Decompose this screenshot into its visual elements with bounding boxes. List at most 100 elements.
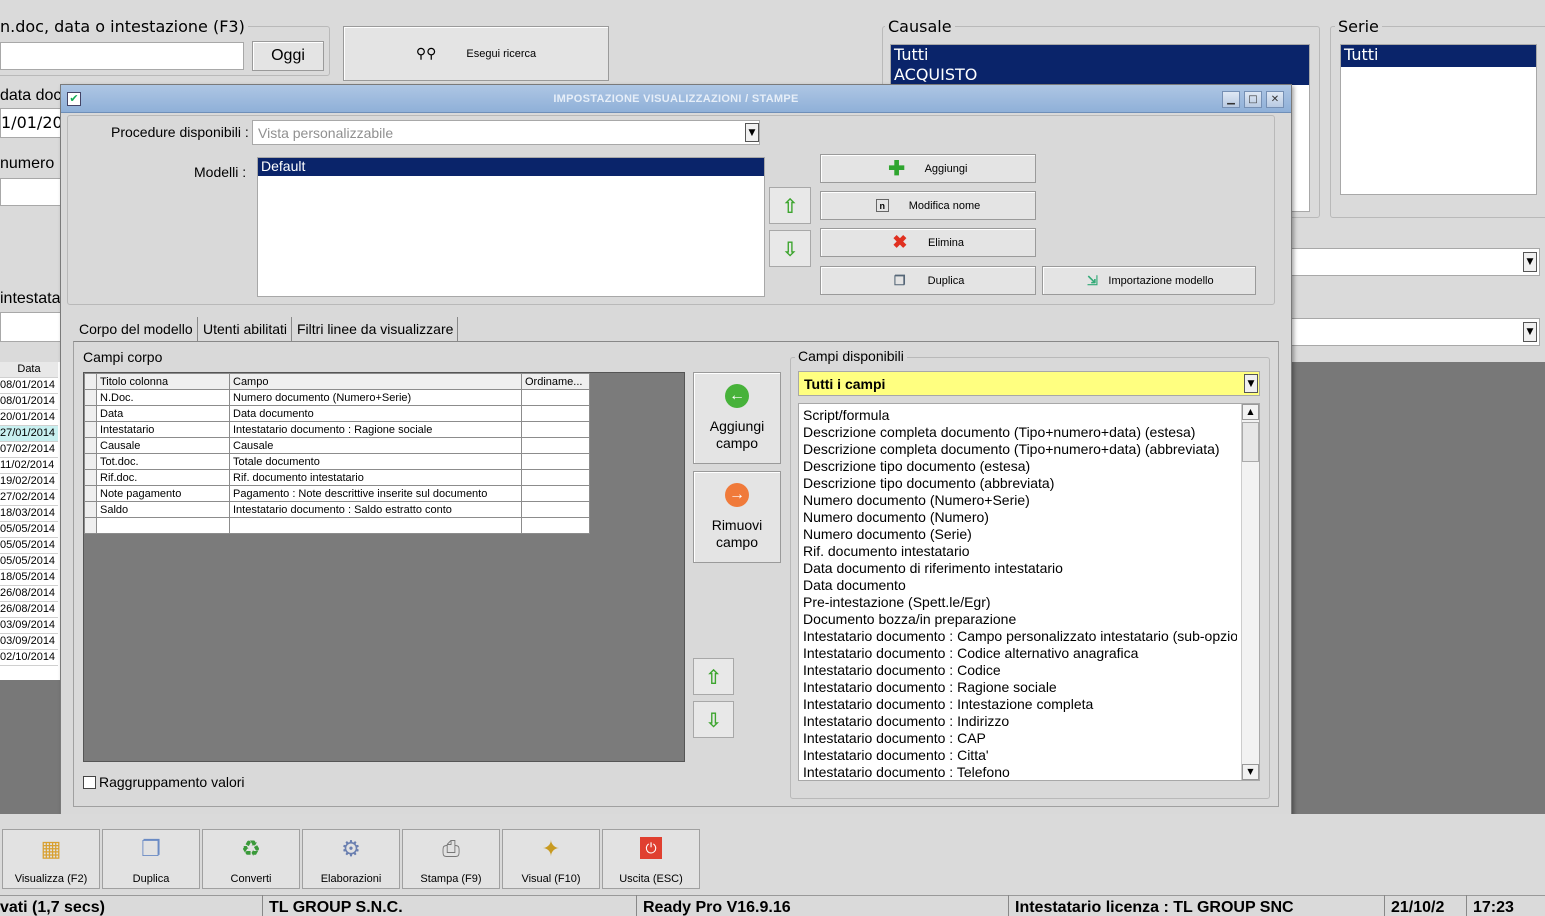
date-cell[interactable]: 20/01/2014: [0, 410, 58, 426]
aggiungi-button[interactable]: ✚ Aggiungi: [820, 154, 1036, 183]
list-item[interactable]: Descrizione completa documento (Tipo+num…: [803, 424, 1237, 441]
table-row[interactable]: Intestatario Intestatario documento : Rag…: [84, 421, 590, 438]
grid-cell-campo[interactable]: Numero documento (Numero+Serie): [229, 389, 522, 406]
grid-cell-ordinamento[interactable]: [521, 389, 590, 406]
grid-cell-titolo[interactable]: Tot.doc.: [96, 453, 230, 470]
grid-cell-titolo[interactable]: N.Doc.: [96, 389, 230, 406]
modelli-list[interactable]: Default: [257, 157, 765, 297]
causale-item[interactable]: ACQUISTO: [891, 65, 1309, 85]
date-cell[interactable]: 03/09/2014: [0, 634, 58, 650]
grid-cell-campo[interactable]: Intestatario documento : Ragione sociale: [229, 421, 522, 438]
grid-cell-empty[interactable]: [521, 517, 590, 534]
grid-cell-titolo[interactable]: Causale: [96, 437, 230, 454]
list-item[interactable]: Intestatario documento : Intestazione co…: [803, 696, 1237, 713]
toolbar-button[interactable]: ▦ Visualizza (F2): [2, 829, 100, 889]
toolbar-button[interactable]: ♻ Converti: [202, 829, 300, 889]
maximize-icon[interactable]: □: [1244, 91, 1262, 108]
list-item[interactable]: Data documento: [803, 577, 1237, 594]
list-item[interactable]: Numero documento (Numero+Serie): [803, 492, 1237, 509]
date-cell[interactable]: 19/02/2014: [0, 474, 58, 490]
toolbar-button[interactable]: ⚙ Elaborazioni: [302, 829, 400, 889]
campi-filter-select[interactable]: Tutti i campi: [798, 371, 1260, 396]
list-item[interactable]: Pre-intestazione (Spett.le/Egr): [803, 594, 1237, 611]
causale-item[interactable]: Tutti: [891, 45, 1309, 65]
list-item[interactable]: Intestatario documento : Indirizzo: [803, 713, 1237, 730]
date-cell[interactable]: 08/01/2014: [0, 394, 58, 410]
serie-list[interactable]: Tutti: [1340, 44, 1537, 195]
table-row[interactable]: Tot.doc. Totale documento: [84, 453, 590, 470]
aggiungi-campo-button[interactable]: ← Aggiungi campo: [693, 372, 781, 464]
date-cell[interactable]: 26/08/2014: [0, 586, 58, 602]
elimina-button[interactable]: ✖ Elimina: [820, 228, 1036, 257]
procedure-select[interactable]: Vista personalizzabile: [252, 120, 760, 145]
campi-corpo-grid[interactable]: Titolo colonna Campo Ordiname... N.Doc. N…: [84, 373, 590, 534]
grid-cell-ordinamento[interactable]: [521, 437, 590, 454]
results-table[interactable]: Data 08/01/2014 08/01/2014 20/01/2014 27/01…: [0, 362, 60, 680]
grid-cell-ordinamento[interactable]: [521, 485, 590, 502]
table-row[interactable]: Saldo Intestatario documento : Saldo estr…: [84, 501, 590, 518]
grid-row-selector[interactable]: [84, 405, 97, 422]
date-cell[interactable]: 05/05/2014: [0, 522, 58, 538]
grid-row-selector[interactable]: [84, 389, 97, 406]
grid-row-selector[interactable]: [84, 421, 97, 438]
move-field-down-button[interactable]: ⇩: [693, 701, 734, 738]
toolbar-button[interactable]: ✦ Visual (F10): [502, 829, 600, 889]
grid-cell-titolo[interactable]: Saldo: [96, 501, 230, 518]
list-item[interactable]: Intestatario documento : CAP: [803, 730, 1237, 747]
table-row[interactable]: N.Doc. Numero documento (Numero+Serie): [84, 389, 590, 406]
scroll-up-icon[interactable]: ▲: [1242, 404, 1259, 420]
tab-filtri-linee[interactable]: Filtri linee da visualizzare: [293, 317, 459, 342]
scroll-down-icon[interactable]: ▼: [1242, 764, 1259, 780]
grid-cell-titolo[interactable]: Rif.doc.: [96, 469, 230, 486]
grid-cell-campo[interactable]: Pagamento : Note descrittive inserite su…: [229, 485, 522, 502]
grid-cell-titolo[interactable]: Data: [96, 405, 230, 422]
date-cell[interactable]: 26/08/2014: [0, 602, 58, 618]
close-icon[interactable]: ✕: [1266, 91, 1284, 108]
numero-field[interactable]: [0, 178, 62, 206]
date-cell[interactable]: 18/03/2014: [0, 506, 58, 522]
list-item[interactable]: Documento bozza/in preparazione: [803, 611, 1237, 628]
date-cell[interactable]: 11/02/2014: [0, 458, 58, 474]
grid-row-selector[interactable]: [84, 437, 97, 454]
grid-cell-titolo[interactable]: Intestatario: [96, 421, 230, 438]
grid-cell-campo[interactable]: Causale: [229, 437, 522, 454]
grid-cell-campo[interactable]: Totale documento: [229, 453, 522, 470]
list-item[interactable]: Intestatario documento : Campo personali…: [803, 628, 1237, 645]
dialog-titlebar[interactable]: ✔ IMPOSTAZIONE VISUALIZZAZIONI / STAMPE …: [61, 85, 1291, 113]
grid-cell-empty[interactable]: [96, 517, 230, 534]
importazione-modello-button[interactable]: ⇲ Importazione modello: [1042, 266, 1256, 295]
date-cell[interactable]: 03/09/2014: [0, 618, 58, 634]
grid-cell-ordinamento[interactable]: [521, 501, 590, 518]
list-item[interactable]: Rif. documento intestatario: [803, 543, 1237, 560]
date-cell[interactable]: 05/05/2014: [0, 538, 58, 554]
list-item[interactable]: Numero documento (Numero): [803, 509, 1237, 526]
list-item[interactable]: Intestatario documento : Citta': [803, 747, 1237, 764]
table-row[interactable]: Data Data documento: [84, 405, 590, 422]
search-input[interactable]: [0, 42, 244, 70]
toolbar-button[interactable]: ⎙ Stampa (F9): [402, 829, 500, 889]
grid-cell-empty[interactable]: [229, 517, 522, 534]
grid-cell-campo[interactable]: Data documento: [229, 405, 522, 422]
list-item[interactable]: Intestatario documento : Telefono: [803, 764, 1237, 780]
grid-row-selector[interactable]: [84, 485, 97, 502]
date-cell[interactable]: 05/05/2014: [0, 554, 58, 570]
chevron-down-icon[interactable]: ▼: [1244, 374, 1258, 393]
move-model-down-button[interactable]: ⇩: [769, 230, 811, 267]
minimize-icon[interactable]: ▁: [1222, 91, 1240, 108]
grid-cell-ordinamento[interactable]: [521, 469, 590, 486]
scroll-thumb[interactable]: [1242, 422, 1259, 462]
table-row[interactable]: Note pagamento Pagamento : Note descritti…: [84, 485, 590, 502]
available-fields-list[interactable]: Script/formula Descrizione completa docum…: [798, 403, 1260, 781]
list-item[interactable]: Intestatario documento : Codice: [803, 662, 1237, 679]
raggruppamento-checkbox[interactable]: [83, 776, 96, 789]
grid-cell-titolo[interactable]: Note pagamento: [96, 485, 230, 502]
list-item[interactable]: Script/formula: [803, 407, 1237, 424]
date-cell[interactable]: 02/10/2014: [0, 650, 58, 666]
grid-row-selector[interactable]: [84, 453, 97, 470]
serie-item[interactable]: Tutti: [1341, 45, 1536, 67]
esegui-ricerca-button[interactable]: ⚲⚲ Esegui ricerca: [343, 26, 609, 81]
grid-header-campo[interactable]: Campo: [229, 373, 522, 390]
bg-combo-2[interactable]: [1288, 318, 1540, 346]
move-model-up-button[interactable]: ⇧: [769, 187, 811, 224]
toolbar-button[interactable]: ❐ Duplica: [102, 829, 200, 889]
